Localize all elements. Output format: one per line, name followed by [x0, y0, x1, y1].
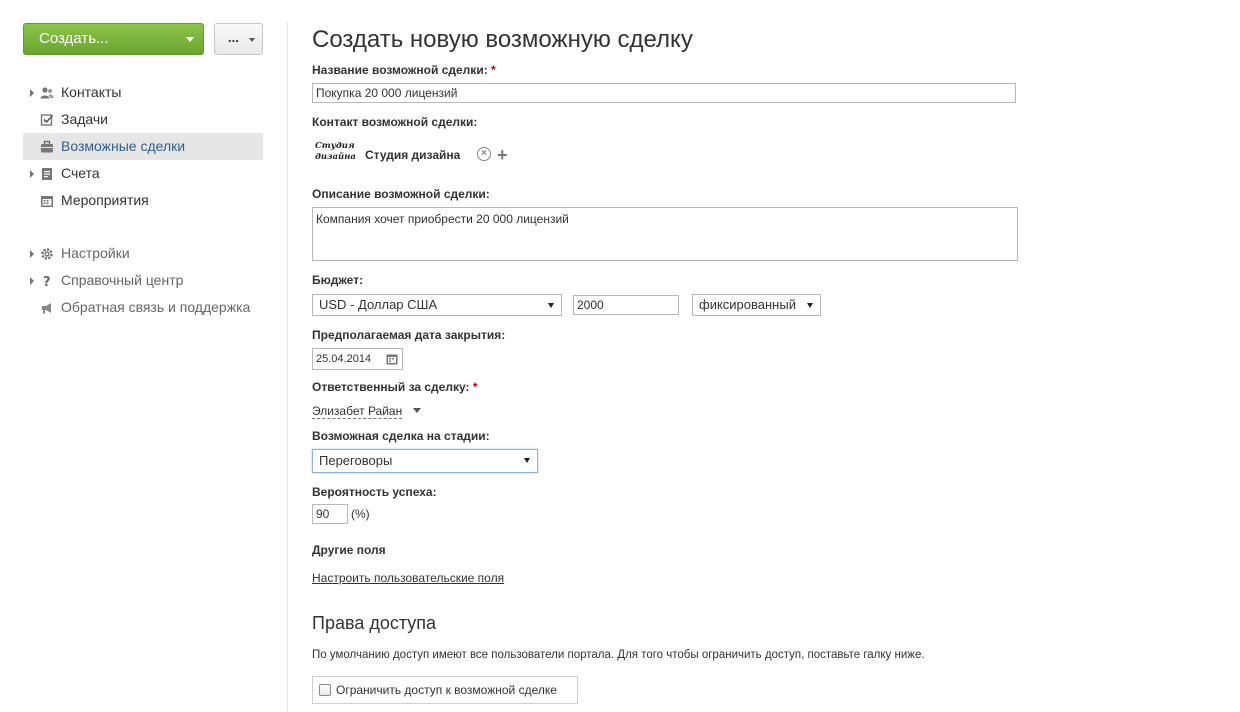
deal-contact-label: Контакт возможной сделки: [312, 115, 478, 129]
restrict-access-label: Ограничить доступ к возможной сделке [336, 683, 557, 697]
close-date-label: Предполагаемая дата закрытия: [312, 328, 506, 342]
more-actions-button[interactable]: ... [214, 23, 263, 55]
restrict-access-option[interactable]: Ограничить доступ к возможной сделке [312, 676, 578, 704]
svg-text:?: ? [43, 275, 51, 288]
add-contact-icon[interactable]: + [497, 146, 508, 164]
sidebar-item-label: Возможные сделки [61, 138, 186, 154]
sidebar-item-invoices[interactable]: Счета [23, 160, 263, 187]
chevron-down-icon [807, 303, 813, 308]
contact-name[interactable]: Студия дизайна [365, 148, 460, 162]
custom-fields-link[interactable]: Настроить пользовательские поля [312, 571, 504, 585]
stage-label: Возможная сделка на стадии: [312, 429, 490, 443]
expand-arrow-icon[interactable] [30, 89, 34, 97]
sidebar-item-help[interactable]: ? Справочный центр [23, 267, 263, 294]
required-mark: * [472, 380, 478, 394]
more-actions-label: ... [228, 30, 239, 45]
expand-arrow-icon[interactable] [30, 250, 34, 258]
responsible-name[interactable]: Элизабет Райан [312, 404, 403, 419]
sidebar: Создать... ... Контакты Задачи Возможные… [0, 0, 288, 708]
sidebar-item-contacts[interactable]: Контакты [23, 79, 263, 106]
currency-select[interactable]: USD - Доллар США [312, 294, 562, 316]
sidebar-item-label: Контакты [61, 84, 122, 100]
required-mark: * [491, 63, 496, 77]
other-fields-label: Другие поля [312, 543, 386, 557]
custom-fields-link-wrap: Настроить пользовательские поля [312, 569, 504, 587]
gear-icon [41, 248, 53, 260]
chevron-down-icon [524, 458, 530, 463]
sidebar-nav-primary: Контакты Задачи Возможные сделки Счета М… [23, 79, 263, 214]
deal-description-label: Описание возможной сделки: [312, 187, 490, 201]
probability-unit: (%) [351, 507, 370, 521]
deal-description-textarea[interactable]: Компания хочет приобрести 20 000 лицензи… [312, 207, 1018, 261]
tasks-icon [40, 114, 54, 126]
sidebar-item-feedback[interactable]: Обратная связь и поддержка [23, 294, 263, 321]
page-title: Создать новую возможную сделку [312, 26, 693, 53]
sidebar-divider [287, 22, 288, 712]
sidebar-item-label: Обратная связь и поддержка [61, 299, 251, 315]
sidebar-nav-secondary: Настройки ? Справочный центр Обратная св… [23, 240, 263, 321]
chevron-down-icon[interactable] [412, 408, 421, 413]
deals-icon [41, 140, 53, 153]
chevron-down-icon [548, 303, 554, 308]
sidebar-item-label: Настройки [61, 245, 130, 261]
probability-input[interactable]: 90 [312, 504, 348, 524]
sidebar-item-deals[interactable]: Возможные сделки [23, 133, 263, 160]
responsible-selector[interactable]: Элизабет Райан [312, 402, 421, 420]
budget-type-select[interactable]: фиксированный [692, 294, 821, 316]
megaphone-icon [42, 303, 51, 314]
stage-select[interactable]: Переговоры [312, 449, 538, 473]
calendar-icon[interactable] [386, 353, 398, 365]
sidebar-item-label: Справочный центр [61, 272, 184, 288]
calendar-icon [41, 196, 53, 207]
chevron-down-icon [249, 38, 255, 42]
sidebar-item-tasks[interactable]: Задачи [23, 106, 263, 133]
access-description: По умолчанию доступ имеют все пользовате… [312, 649, 925, 661]
create-button[interactable]: Создать... [23, 23, 204, 55]
budget-amount-input[interactable]: 2000 [573, 295, 679, 315]
expand-arrow-icon[interactable] [30, 277, 34, 285]
deal-name-label: Название возможной сделки: * [312, 63, 496, 77]
sidebar-item-label: Мероприятия [61, 192, 149, 208]
close-date-input[interactable]: 25.04.2014 [312, 348, 403, 370]
help-icon: ? [43, 275, 51, 288]
restrict-access-checkbox[interactable] [319, 684, 331, 696]
expand-arrow-icon[interactable] [30, 170, 34, 178]
contact-logo: Студия дизайна [315, 141, 356, 162]
sidebar-item-settings[interactable]: Настройки [23, 240, 263, 267]
sidebar-item-events[interactable]: Мероприятия [23, 187, 263, 214]
create-button-label: Создать... [39, 30, 109, 47]
access-section-title: Права доступа [312, 613, 437, 633]
chevron-down-icon [186, 37, 194, 42]
sidebar-item-label: Счета [61, 165, 100, 181]
deal-name-input[interactable]: Покупка 20 000 лицензий [312, 83, 1016, 103]
responsible-label: Ответственный за сделку: * [312, 380, 478, 394]
sidebar-item-label: Задачи [61, 111, 109, 127]
contacts-icon [40, 87, 54, 99]
budget-label: Бюджет: [312, 273, 364, 287]
probability-label: Вероятность успеха: [312, 485, 437, 499]
invoices-icon [42, 168, 52, 180]
remove-contact-icon[interactable]: × [477, 147, 491, 161]
